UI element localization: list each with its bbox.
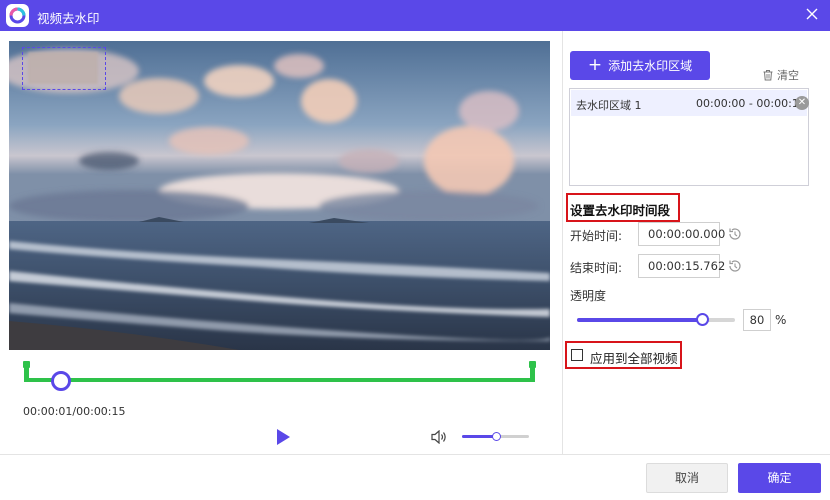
volume-knob[interactable] <box>491 432 501 441</box>
percent-unit: % <box>775 313 787 327</box>
speaker-icon[interactable] <box>431 429 448 447</box>
start-time-label: 开始时间: <box>570 229 623 243</box>
start-time-input[interactable]: 00:00:00.000 <box>638 222 725 246</box>
close-icon[interactable] <box>804 6 820 22</box>
plus-icon: + <box>587 55 603 75</box>
watermark-selection-box[interactable] <box>22 47 106 90</box>
clear-button[interactable]: 清空 <box>762 67 799 83</box>
opacity-input[interactable]: 80 <box>743 309 771 331</box>
end-time-input[interactable]: 00:00:15.762 <box>638 254 725 278</box>
title-bar: 视频去水印 <box>0 0 830 31</box>
footer-divider <box>0 454 830 455</box>
watermark-area <box>28 52 98 84</box>
list-item[interactable]: 去水印区域 1 00:00:00 - 00:00:15 ✕ <box>571 90 809 116</box>
region-name: 去水印区域 1 <box>576 99 642 112</box>
trash-icon <box>763 70 773 81</box>
app-logo-icon <box>6 4 29 27</box>
window-title: 视频去水印 <box>37 11 100 26</box>
playhead-knob[interactable] <box>50 371 71 391</box>
confirm-button[interactable]: 确定 <box>738 463 821 493</box>
end-time-label: 结束时间: <box>570 261 623 275</box>
region-time-range: 00:00:00 - 00:00:15 <box>696 97 806 110</box>
trim-end-handle[interactable] <box>529 361 536 382</box>
reset-end-time-icon[interactable] <box>727 258 743 277</box>
play-icon[interactable] <box>277 429 290 445</box>
apply-all-label[interactable]: 应用到全部视频 <box>590 348 678 367</box>
opacity-label: 透明度 <box>570 289 607 303</box>
volume-fill <box>462 435 496 438</box>
region-list: 去水印区域 1 00:00:00 - 00:00:15 ✕ <box>569 88 809 186</box>
opacity-fill <box>577 318 702 322</box>
apply-all-checkbox[interactable] <box>571 349 583 361</box>
reset-start-time-icon[interactable] <box>727 226 743 245</box>
clear-label: 清空 <box>777 69 799 82</box>
trim-start-handle[interactable] <box>23 361 30 382</box>
delete-region-icon[interactable]: ✕ <box>795 96 809 110</box>
add-region-button[interactable]: + 添加去水印区域 <box>570 51 710 80</box>
cancel-button[interactable]: 取消 <box>646 463 728 493</box>
time-section-title: 设置去水印时间段 <box>570 203 671 218</box>
opacity-slider[interactable] <box>577 313 735 326</box>
opacity-knob[interactable] <box>695 313 709 326</box>
add-region-label: 添加去水印区域 <box>608 59 693 73</box>
volume-slider[interactable] <box>462 432 529 441</box>
playback-time: 00:00:01/00:00:15 <box>23 405 126 418</box>
trim-track[interactable] <box>27 378 534 382</box>
panel-divider <box>562 31 563 454</box>
